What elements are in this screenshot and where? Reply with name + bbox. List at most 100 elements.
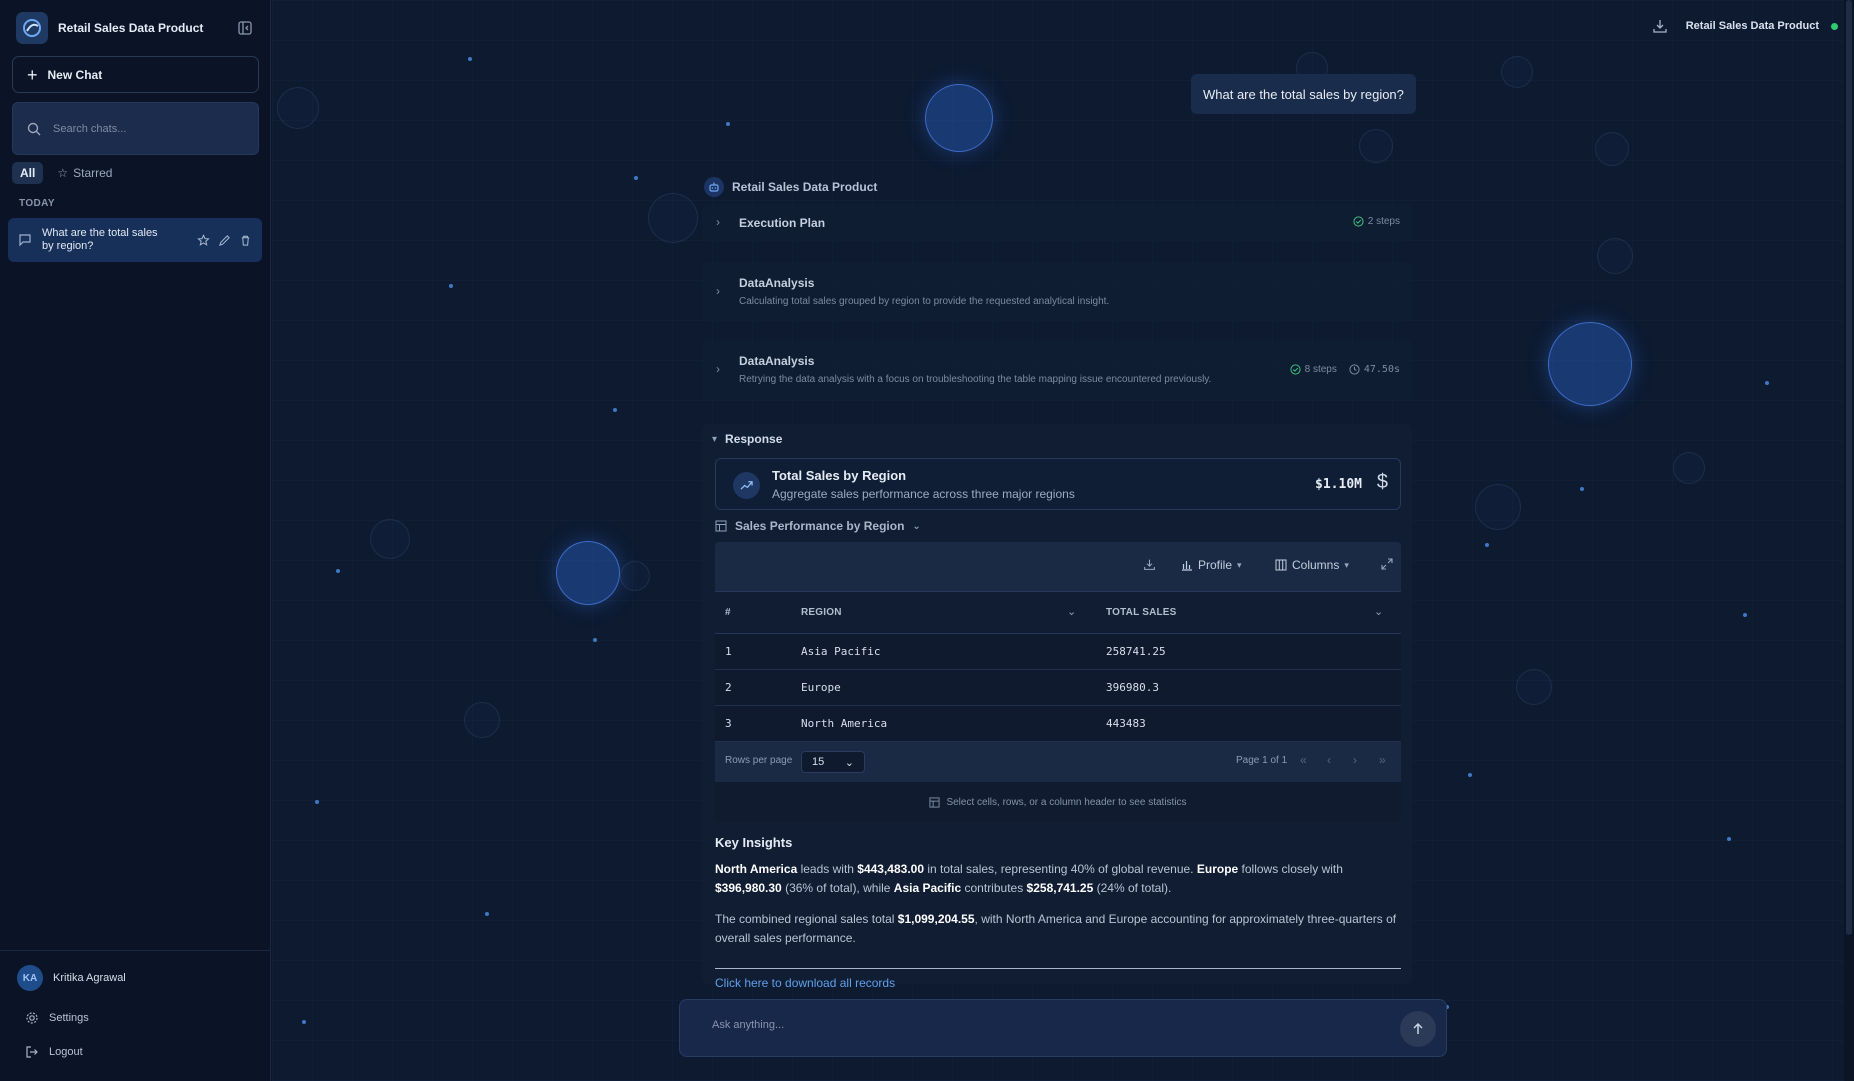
rows-per-page-select[interactable]: 15 ⌄ [801,751,865,773]
logout-link[interactable]: Logout [25,1045,83,1059]
star-icon: ☆ [57,166,69,180]
table-icon [715,520,727,532]
background-dot [593,638,597,642]
table-title: Sales Performance by Region [735,519,905,533]
background-dot [1580,487,1584,491]
table-row[interactable]: 1 Asia Pacific 258741.25 [715,634,1401,670]
background-dot [449,284,453,288]
background-dot [468,57,472,61]
table-cell[interactable]: North America [801,717,887,730]
column-header-region[interactable]: REGION [801,607,842,618]
table-cell[interactable]: 396980.3 [1106,681,1159,694]
star-icon[interactable] [197,233,210,247]
table-cell[interactable]: 258741.25 [1106,645,1166,658]
table-row[interactable]: 2 Europe 396980.3 [715,670,1401,706]
settings-link[interactable]: Settings [25,1011,89,1025]
sidebar-header: Retail Sales Data Product [16,12,254,44]
table-title-dropdown[interactable]: Sales Performance by Region ⌄ [715,519,921,533]
send-button[interactable] [1400,1011,1436,1047]
user-message: What are the total sales by region? [1191,74,1416,114]
new-chat-button[interactable]: + New Chat [12,56,259,93]
table-cell[interactable]: 3 [725,717,732,730]
download-icon[interactable] [1652,18,1668,34]
insight-text: follows closely with [1238,862,1343,876]
check-circle-icon [1353,216,1364,227]
last-page-icon[interactable]: » [1379,753,1386,767]
step-title: Execution Plan [739,216,826,230]
insight-emphasis: Europe [1196,862,1239,876]
user-profile[interactable]: KA Kritika Agrawal [17,965,126,991]
column-header-total-sales[interactable]: TOTAL SALES [1106,607,1177,618]
table-cell[interactable]: 1 [725,645,732,658]
background-bubble [1359,129,1393,163]
step-duration-label: 47.50s [1363,364,1400,375]
insight-emphasis: $1,099,204.55 [897,912,975,926]
trash-icon[interactable] [239,234,252,247]
background-dot [634,176,638,180]
filter-tab-all[interactable]: All [12,162,44,184]
chat-history-title: What are the total sales by region? [42,227,158,252]
filter-tab-starred[interactable]: ☆ Starred [49,162,120,184]
kpi-card: Total Sales by Region Aggregate sales pe… [715,458,1401,510]
background-dot [613,408,617,412]
chevron-right-icon: › [716,284,720,298]
background-dot [315,800,319,804]
background-dot [302,1020,306,1024]
insight-text: (24% of total). [1093,881,1172,895]
execution-plan-step[interactable]: › Execution Plan 2 steps [702,204,1412,242]
new-chat-label: New Chat [47,67,103,82]
background-bubble [370,519,410,559]
scrollbar-thumb[interactable] [1846,0,1852,935]
table-cell[interactable]: Asia Pacific [801,645,880,658]
response-toggle[interactable]: ▾ Response [712,432,782,446]
filter-tab-all-label: All [20,166,36,180]
agent-header: Retail Sales Data Product [702,174,1412,200]
background-bubble [464,702,500,738]
chevron-down-icon[interactable]: ⌄ [1067,605,1076,618]
table-header-row: # REGION ⌄ TOTAL SALES ⌄ [715,592,1401,634]
insight-emphasis: $396,980.30 [715,881,782,895]
chevron-down-icon: ▾ [712,433,718,445]
insight-emphasis: Asia Pacific [893,881,962,895]
background-bubble [648,193,698,243]
step-title: DataAnalysis [739,276,815,290]
background-bubble [1595,132,1629,166]
grid-download-button[interactable] [1143,558,1156,571]
background-bubble [556,541,620,605]
logo-icon [16,12,48,44]
pencil-icon[interactable] [218,234,231,247]
search-icon [27,122,41,135]
column-header-index: # [725,607,731,618]
sidebar-collapse-icon[interactable] [236,19,254,37]
next-page-icon[interactable]: › [1353,753,1357,767]
bar-chart-icon [1182,561,1192,571]
bot-icon [704,177,724,197]
chevron-down-icon[interactable]: ⌄ [1374,605,1383,618]
avatar: KA [17,965,43,991]
background-bubble [925,84,993,152]
table-cell[interactable]: 443483 [1106,717,1146,730]
scrollbar[interactable] [1844,0,1854,1081]
search-chats-input[interactable] [53,122,243,135]
ask-input[interactable] [712,1019,1362,1031]
data-analysis-step[interactable]: › DataAnalysis Calculating total sales g… [702,262,1412,322]
download-all-records-link[interactable]: Click here to download all records [715,976,895,990]
chevron-down-icon: ▾ [1237,559,1242,570]
table-row[interactable]: 3 North America 443483 [715,706,1401,742]
arrow-up-icon [1413,1022,1423,1034]
prev-page-icon[interactable]: ‹ [1327,753,1331,767]
first-page-icon[interactable]: « [1300,753,1307,767]
step-count-label: 2 steps [1367,216,1400,227]
profile-dropdown[interactable]: Profile ▾ [1181,558,1242,572]
key-insights: Key Insights North America leads with $4… [715,835,1405,960]
main-area: Retail Sales Data Product What are the t… [272,0,1854,1081]
chat-history-item[interactable]: What are the total sales by region? [8,218,262,262]
columns-dropdown[interactable]: Columns ▾ [1275,558,1349,572]
chat-item-actions [197,233,252,247]
expand-button[interactable] [1381,558,1393,570]
dollar-icon: $ [1376,471,1388,493]
table-cell[interactable]: Europe [801,681,841,694]
data-analysis-step[interactable]: › DataAnalysis Retrying the data analysi… [702,340,1412,400]
user-name: Kritika Agrawal [53,972,126,984]
table-cell[interactable]: 2 [725,681,732,694]
